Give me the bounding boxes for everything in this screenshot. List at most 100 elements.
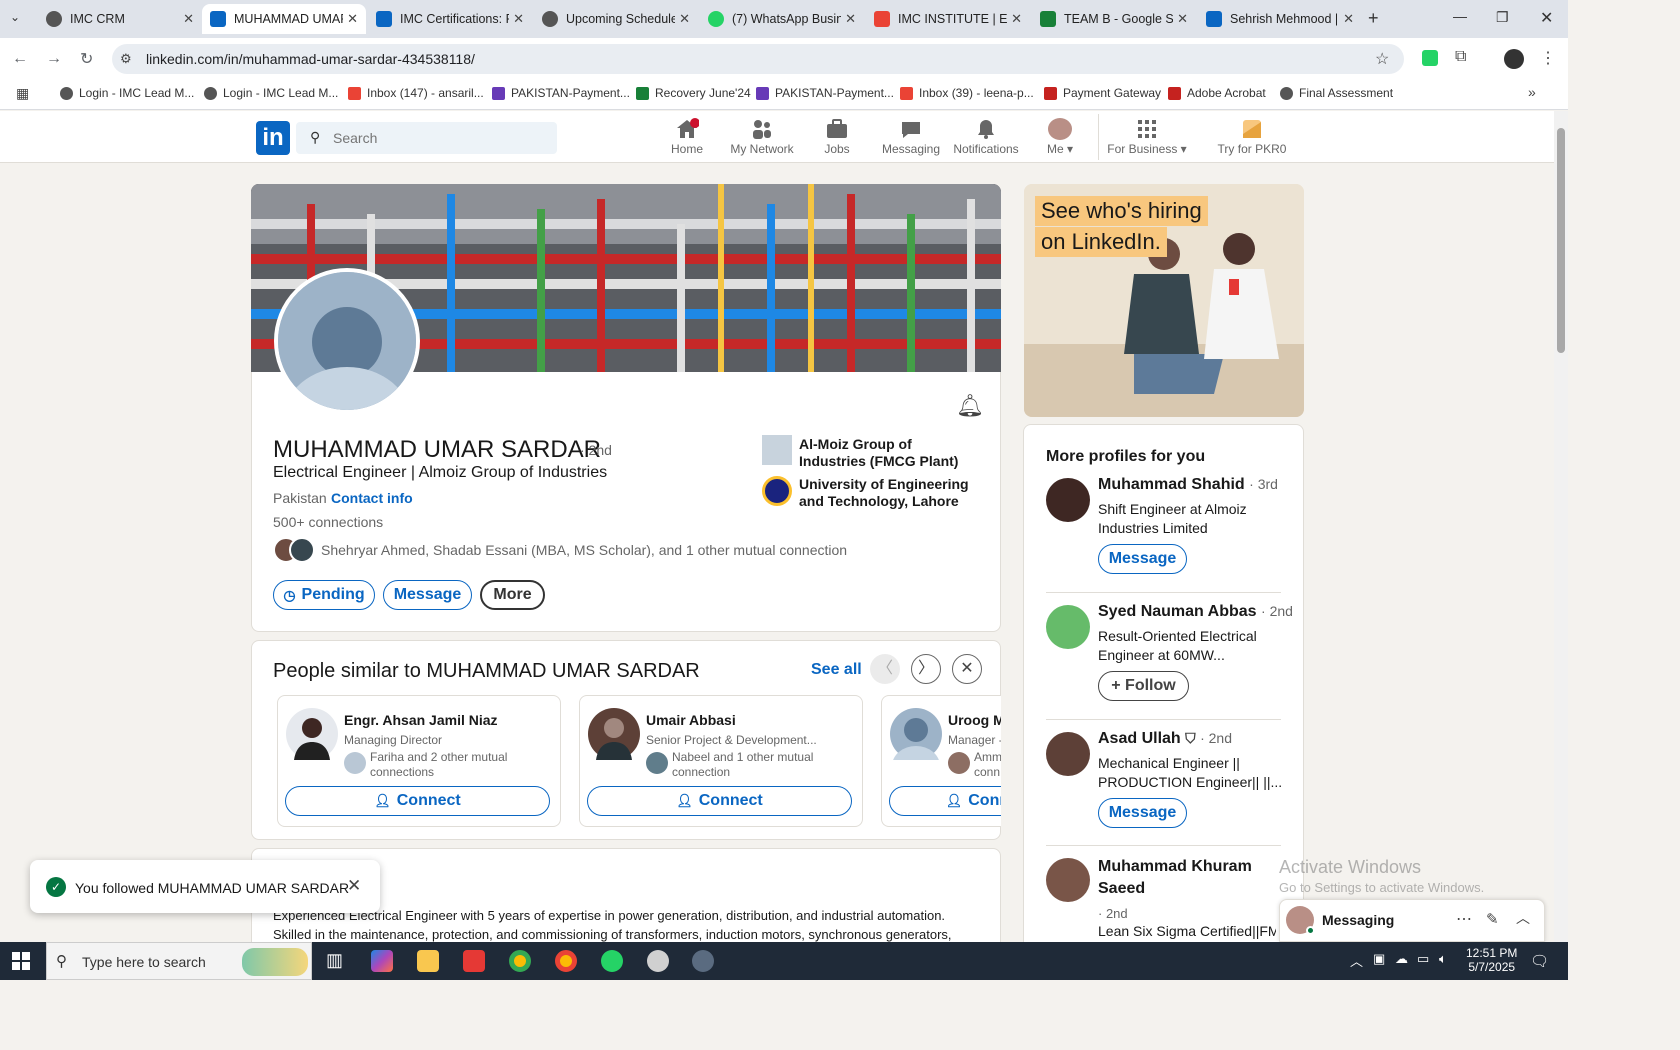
bookmark-item[interactable]: Login - IMC Lead M... <box>204 86 338 100</box>
nav-try-premium[interactable]: Try for PKR0 <box>1210 118 1294 156</box>
chevron-up-icon[interactable]: ︿ <box>1516 908 1530 928</box>
profile-avatar[interactable] <box>274 268 420 414</box>
notification-center-icon[interactable]: 🗨︎ <box>1530 952 1549 970</box>
nav-jobs[interactable]: Jobs <box>797 118 877 156</box>
close-icon[interactable]: ✕ <box>1343 11 1354 27</box>
close-icon[interactable]: ✕ <box>845 11 856 27</box>
profile-photo[interactable] <box>1046 732 1090 776</box>
person-name[interactable]: Uroog M <box>948 712 1001 728</box>
reload-icon[interactable]: ↻ <box>80 49 93 69</box>
volume-icon[interactable]: 🔈︎ <box>1439 951 1447 967</box>
more-options-icon[interactable]: ⋯ <box>1456 909 1472 929</box>
bookmark-item[interactable]: PAKISTAN-Payment... <box>756 86 894 100</box>
nav-messaging[interactable]: Messaging <box>871 118 951 156</box>
minimize-icon[interactable]: — <box>1453 8 1467 24</box>
close-icon[interactable]: ✕ <box>679 11 690 27</box>
nav-me[interactable]: Me ▾ <box>1020 118 1100 156</box>
similar-person-card[interactable]: Umair Abbasi Senior Project & Developmen… <box>579 695 863 827</box>
similar-person-card[interactable]: Uroog M Manager - Amm conn 👤︎Connect <box>881 695 1001 827</box>
contact-info-link[interactable]: Contact info <box>331 490 413 506</box>
profile-photo[interactable] <box>1046 858 1090 902</box>
new-tab-icon[interactable]: + <box>1368 8 1379 29</box>
connect-button[interactable]: 👤︎Connect <box>285 786 550 816</box>
close-icon[interactable]: ✕ <box>183 11 194 27</box>
follow-button[interactable]: + Follow <box>1098 671 1189 701</box>
bookmark-item[interactable]: Final Assessment <box>1280 86 1393 100</box>
tab-upcoming-schedule[interactable]: Upcoming Schedule ✕ <box>534 4 698 34</box>
window-close-icon[interactable]: ✕ <box>1540 8 1553 28</box>
message-button[interactable]: Message <box>1098 798 1187 828</box>
tab-imc-institute[interactable]: IMC INSTITUTE | EN ✕ <box>866 4 1030 34</box>
person-name[interactable]: Umair Abbasi <box>646 712 736 728</box>
tab-linkedin-profile[interactable]: MUHAMMAD UMAR SARDAR✕ <box>202 4 366 34</box>
profile-name-link[interactable]: Syed Nauman Abbas · 2nd <box>1098 603 1293 621</box>
tab-imc-crm[interactable]: IMC CRM ✕ <box>38 4 202 34</box>
carousel-next-icon[interactable]: 〉 <box>911 654 941 684</box>
windows-start-icon[interactable] <box>12 952 30 970</box>
file-explorer-icon[interactable] <box>417 950 439 972</box>
bookmark-star-icon[interactable]: ☆ <box>1375 49 1389 69</box>
connect-button[interactable]: 👤︎Connect <box>889 786 1001 816</box>
close-icon[interactable]: ✕ <box>1011 11 1022 27</box>
bookmark-item[interactable]: Inbox (39) - leena-p... <box>900 86 1034 100</box>
menu-kebab-icon[interactable]: ⋮ <box>1540 48 1556 68</box>
app-icon[interactable] <box>647 950 669 972</box>
more-bookmarks-icon[interactable]: » <box>1528 84 1536 100</box>
linkedin-logo-icon[interactable]: in <box>256 121 290 155</box>
person-name[interactable]: Engr. Ahsan Jamil Niaz <box>344 712 498 728</box>
whatsapp-extension-icon[interactable] <box>1422 50 1438 66</box>
app-icon[interactable] <box>463 950 485 972</box>
close-icon[interactable]: ✕ <box>347 11 358 27</box>
bookmark-item[interactable]: Adobe Acrobat <box>1168 86 1266 100</box>
message-button[interactable]: Message <box>383 580 472 610</box>
chrome-icon[interactable] <box>555 950 577 972</box>
bell-icon[interactable]: 🔔︎ <box>956 393 984 419</box>
tab-search-icon[interactable]: ⌄ <box>10 10 20 24</box>
search-input[interactable] <box>333 130 533 146</box>
nav-notifications[interactable]: Notifications <box>946 118 1026 156</box>
profile-name-link[interactable]: Asad Ullah ⛉ · 2nd <box>1098 730 1232 748</box>
nav-for-business[interactable]: For Business ▾ <box>1106 118 1188 156</box>
profile-photo[interactable] <box>1046 605 1090 649</box>
close-icon[interactable]: ✕ <box>513 11 524 27</box>
profile-name-link[interactable]: Muhammad Shahid · 3rd <box>1098 476 1278 494</box>
profile-avatar-icon[interactable] <box>1504 49 1524 69</box>
site-info-icon[interactable]: ⚙ <box>120 51 132 67</box>
bookmark-item[interactable]: Login - IMC Lead M... <box>60 86 194 100</box>
close-icon[interactable]: ✕ <box>1177 11 1188 27</box>
profile-photo[interactable] <box>1046 478 1090 522</box>
nav-my-network[interactable]: My Network <box>722 118 802 156</box>
compose-icon[interactable]: ✎ <box>1486 910 1499 928</box>
toast-close-icon[interactable]: ✕ <box>347 876 361 896</box>
whatsapp-icon[interactable] <box>601 950 623 972</box>
clock[interactable]: 12:51 PM 5/7/2025 <box>1466 946 1517 974</box>
tab-whatsapp[interactable]: (7) WhatsApp Business✕ <box>700 4 864 34</box>
bookmark-item[interactable]: Inbox (147) - ansaril... <box>348 86 484 100</box>
education-link[interactable]: University of Engineering and Technology… <box>799 476 989 510</box>
university-logo-icon[interactable] <box>762 476 792 506</box>
back-icon[interactable]: ← <box>12 50 28 68</box>
scrollbar-thumb[interactable] <box>1557 128 1565 353</box>
connect-button[interactable]: 👤︎Connect <box>587 786 852 816</box>
tray-chevron-icon[interactable]: ︿ <box>1350 951 1363 970</box>
chrome-icon[interactable] <box>509 950 531 972</box>
mutual-connections-link[interactable]: Shehryar Ahmed, Shadab Essani (MBA, MS S… <box>321 542 847 558</box>
connections-count[interactable]: 500+ connections <box>273 514 383 530</box>
tab-sehrish[interactable]: Sehrish Mehmood | ✕ <box>1198 4 1362 34</box>
url-text[interactable]: linkedin.com/in/muhammad-umar-sardar-434… <box>146 51 475 67</box>
company-logo-icon[interactable] <box>762 435 792 465</box>
more-button[interactable]: More <box>480 580 545 610</box>
restore-icon[interactable]: ❐ <box>1496 9 1509 26</box>
bookmark-item[interactable]: PAKISTAN-Payment... <box>492 86 630 100</box>
settings-icon[interactable] <box>692 950 714 972</box>
carousel-prev-icon[interactable]: 〈 <box>870 654 900 684</box>
tab-imc-certifications[interactable]: IMC Certifications: P ✕ <box>368 4 532 34</box>
see-all-link[interactable]: See all <box>811 661 862 679</box>
nav-home[interactable]: Home <box>647 118 727 156</box>
forward-icon[interactable]: → <box>46 50 62 68</box>
pending-button[interactable]: ◷ Pending <box>273 580 375 610</box>
current-company-link[interactable]: Al-Moiz Group of Industries (FMCG Plant) <box>799 436 979 470</box>
apps-grid-icon[interactable]: ▦ <box>16 85 29 102</box>
similar-person-card[interactable]: Engr. Ahsan Jamil Niaz Managing Director… <box>277 695 561 827</box>
network-icon[interactable]: ▭ <box>1417 951 1429 967</box>
